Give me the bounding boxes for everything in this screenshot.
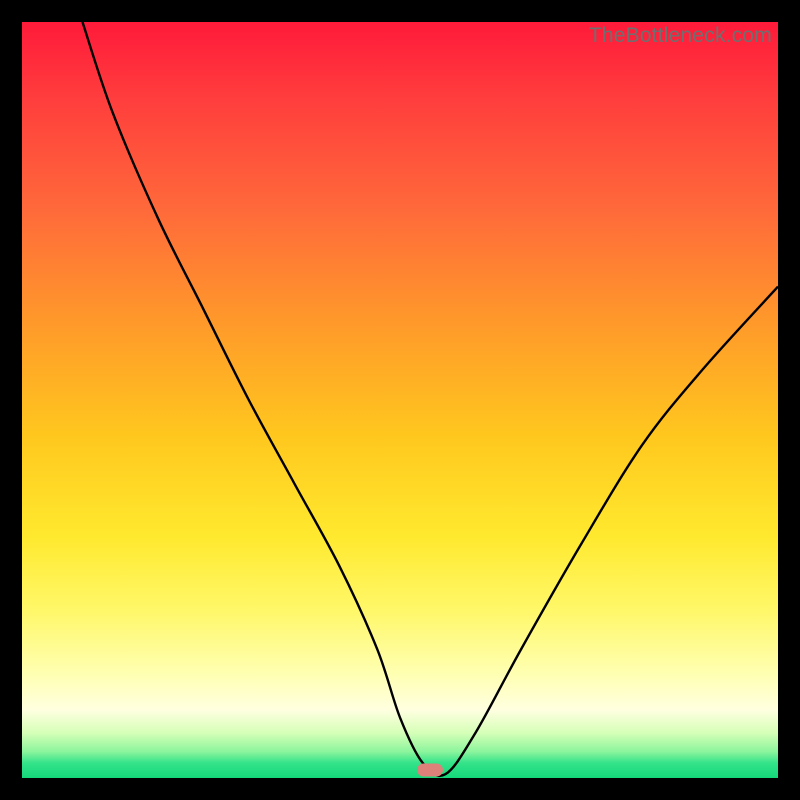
plot-area: TheBottleneck.com — [22, 22, 778, 778]
optimal-marker — [417, 764, 443, 777]
curve-path — [82, 22, 778, 776]
chart-frame: TheBottleneck.com — [0, 0, 800, 800]
bottleneck-curve — [22, 22, 778, 778]
